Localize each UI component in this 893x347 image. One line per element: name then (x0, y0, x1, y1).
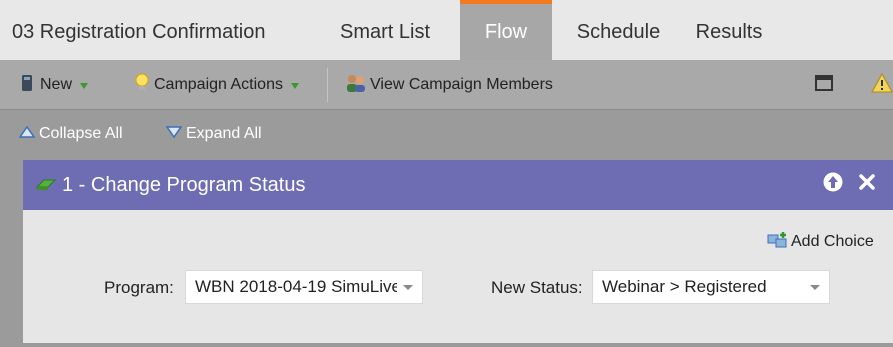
lightbulb-icon (134, 73, 150, 98)
chevron-down-icon (290, 83, 299, 89)
toolbar-divider (327, 68, 328, 102)
flow-controls-bar: Collapse All Expand All (0, 110, 893, 158)
collapse-all-button[interactable]: Collapse All (18, 110, 123, 158)
expand-all-button[interactable]: Expand All (165, 110, 262, 158)
close-icon (858, 173, 876, 197)
tab-flow[interactable]: Flow (460, 0, 552, 60)
add-choice-label: Add Choice (791, 233, 874, 250)
chevron-down-icon (403, 284, 413, 290)
flow-step-header[interactable]: 1 - Change Program Status (23, 160, 893, 210)
tab-program-name[interactable]: 03 Registration Confirmation (0, 0, 310, 60)
triangle-down-icon (165, 125, 183, 143)
expand-all-label: Expand All (186, 125, 262, 142)
view-campaign-members-button[interactable]: View Campaign Members (344, 60, 553, 110)
new-status-select[interactable]: Webinar > Registered (592, 270, 830, 304)
window-toggle-button[interactable] (815, 60, 833, 110)
remove-step-button[interactable] (857, 173, 877, 197)
new-label: New (40, 76, 73, 93)
flow-step-icon (35, 174, 57, 197)
arrow-up-icon (823, 172, 843, 198)
tab-schedule[interactable]: Schedule (552, 0, 685, 60)
tab-results[interactable]: Results (685, 0, 773, 60)
collapse-all-label: Collapse All (39, 125, 123, 142)
view-campaign-members-label: View Campaign Members (370, 76, 553, 93)
program-select[interactable]: WBN 2018-04-19 SimuLive (185, 270, 423, 304)
new-status-field-label: New Status: (491, 278, 583, 297)
program-field-label: Program: (104, 278, 174, 297)
people-icon (344, 73, 368, 98)
warning-button[interactable] (871, 60, 893, 110)
toolbar: New Campaign Actions View Campaign Membe… (0, 60, 893, 110)
campaign-actions-button[interactable]: Campaign Actions (134, 60, 299, 110)
tab-smart-list[interactable]: Smart List (310, 0, 460, 60)
new-status-select-value: Webinar > Registered (602, 277, 767, 296)
program-select-value: WBN 2018-04-19 SimuLive (195, 277, 397, 296)
tab-bar: 03 Registration Confirmation Smart List … (0, 0, 893, 60)
flow-step: 1 - Change Program Status Add Choice Pro… (23, 160, 893, 343)
window-icon (815, 74, 833, 96)
new-menu-button[interactable]: New (20, 60, 89, 110)
warning-icon (871, 72, 893, 98)
chevron-down-icon (810, 284, 820, 290)
move-up-button[interactable] (823, 172, 843, 198)
triangle-up-icon (18, 125, 36, 143)
add-choice-icon (767, 231, 789, 254)
chevron-down-icon (80, 83, 89, 89)
add-choice-button[interactable]: Add Choice (767, 230, 874, 254)
flow-step-title: 1 - Change Program Status (62, 173, 306, 196)
new-icon (20, 74, 34, 97)
campaign-actions-label: Campaign Actions (154, 76, 283, 93)
